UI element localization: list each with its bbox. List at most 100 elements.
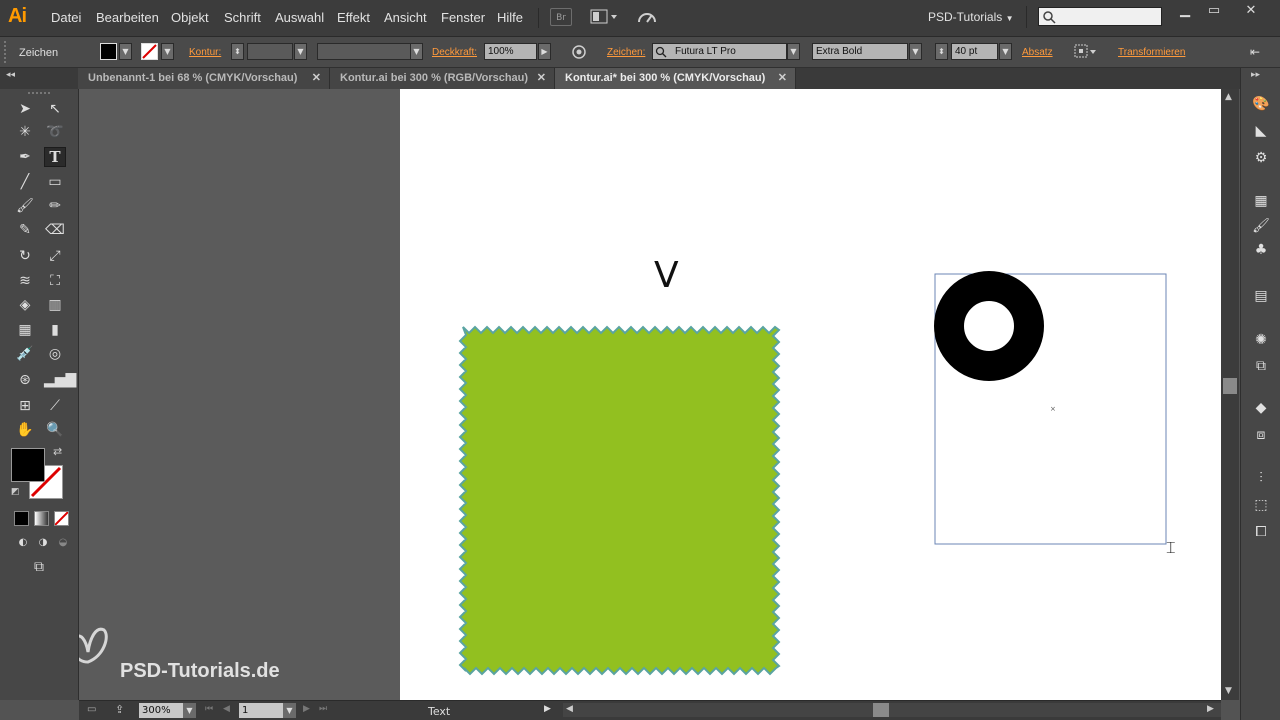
first-artboard-icon[interactable]: ⏮ [205, 704, 213, 714]
stroke-weight-stepper[interactable]: ⬍ [231, 43, 244, 60]
align-icon[interactable]: ⫶ [1251, 468, 1271, 488]
appearance-icon[interactable]: ✺ [1251, 330, 1271, 350]
status-mode-label[interactable]: Text [428, 705, 450, 718]
menu-fenster[interactable]: Fenster [441, 10, 485, 25]
reference-point-icon[interactable] [1073, 43, 1097, 60]
fill-dropdown-icon[interactable]: ▼ [119, 43, 132, 60]
shape-builder-tool-icon[interactable]: ◈ [14, 295, 36, 315]
gpu-performance-icon[interactable] [636, 8, 658, 28]
scroll-thumb[interactable] [1223, 378, 1237, 394]
lasso-tool-icon[interactable]: ➰ [44, 122, 66, 142]
pencil-tool-icon[interactable]: ✏ [44, 196, 66, 216]
swap-colors-icon[interactable]: ⇄ [53, 445, 62, 458]
tab-kontur-cmyk[interactable]: Kontur.ai* bei 300 % (CMYK/Vorschau) ✕ [555, 68, 796, 89]
scroll-up-icon[interactable]: ▲ [1225, 92, 1232, 102]
tab-unbenannt-1[interactable]: Unbenannt-1 bei 68 % (CMYK/Vorschau) ✕ [78, 68, 330, 89]
opacity-field[interactable]: 100% [484, 43, 537, 60]
font-style-dropdown-icon[interactable]: ▼ [909, 43, 922, 60]
transform-link[interactable]: Transformieren [1118, 47, 1185, 58]
eraser-tool-icon[interactable]: ⌫ [44, 220, 66, 240]
graph-tool-icon[interactable]: ▂▅▇ [44, 370, 76, 390]
panel-menu-icon[interactable]: ⇤ [1250, 45, 1260, 59]
direct-selection-tool-icon[interactable]: ↖ [44, 99, 66, 119]
help-search-input[interactable] [1038, 7, 1162, 26]
paintbrush-tool-icon[interactable]: 🖌 [14, 196, 36, 216]
maximize-icon[interactable]: ▭ [1203, 3, 1225, 19]
free-transform-tool-icon[interactable]: ⛶ [44, 271, 66, 291]
zoom-dropdown-icon[interactable]: ▼ [183, 703, 196, 718]
zoom-field[interactable]: 300% [139, 703, 183, 718]
mesh-tool-icon[interactable]: ▦ [14, 320, 36, 340]
scroll-right-icon[interactable]: ▶ [1207, 704, 1214, 714]
artboard-dropdown-icon[interactable]: ▼ [283, 703, 296, 718]
ring-glyph[interactable] [934, 271, 1044, 381]
transform-panel-icon[interactable]: ⧠ [1251, 522, 1271, 542]
stroke-swatch[interactable] [141, 43, 158, 60]
bridge-icon[interactable]: Br [550, 8, 572, 26]
blob-brush-tool-icon[interactable]: ✎ [14, 220, 36, 240]
variable-width-dropdown-icon[interactable]: ▼ [410, 43, 423, 60]
menu-ansicht[interactable]: Ansicht [384, 10, 427, 25]
status-icon-a[interactable]: ▭ [87, 704, 96, 715]
minimize-icon[interactable]: ▁ [1174, 3, 1196, 19]
font-size-dropdown-icon[interactable]: ▼ [999, 43, 1012, 60]
color-guide-icon[interactable]: ◣ [1251, 121, 1271, 141]
glyph-v[interactable]: V [654, 255, 679, 296]
tab-close-icon[interactable]: ✕ [778, 68, 787, 89]
tab-close-icon[interactable]: ✕ [312, 68, 321, 89]
width-tool-icon[interactable]: ≋ [14, 271, 36, 291]
selection-tool-icon[interactable]: ➤ [14, 99, 36, 119]
swatches-icon[interactable]: ▦ [1251, 191, 1271, 211]
scale-tool-icon[interactable]: ⤢ [44, 246, 66, 266]
scroll-left-icon[interactable]: ◀ [566, 704, 573, 714]
kuler-icon[interactable]: ⚙ [1251, 148, 1271, 168]
fill-color-box[interactable] [11, 448, 45, 482]
font-style-field[interactable]: Extra Bold [812, 43, 908, 60]
hscroll-thumb[interactable] [873, 703, 889, 717]
tab-close-icon[interactable]: ✕ [537, 68, 546, 89]
hand-tool-icon[interactable]: ✋ [14, 420, 36, 440]
draw-inside-icon[interactable]: ◒ [52, 533, 74, 553]
color-mode-icon[interactable] [14, 511, 29, 526]
symbol-sprayer-tool-icon[interactable]: ⊛ [14, 370, 36, 390]
menu-effekt[interactable]: Effekt [337, 10, 370, 25]
menu-objekt[interactable]: Objekt [171, 10, 209, 25]
stroke-weight-field[interactable] [247, 43, 293, 60]
font-family-dropdown-icon[interactable]: ▼ [787, 43, 800, 60]
scroll-down-icon[interactable]: ▼ [1225, 686, 1232, 696]
menu-bearbeiten[interactable]: Bearbeiten [96, 10, 159, 25]
last-artboard-icon[interactable]: ⏭ [319, 704, 327, 714]
rectangle-tool-icon[interactable]: ▭ [44, 172, 66, 192]
green-rectangle-zigzag[interactable] [458, 325, 781, 676]
opacity-arrow-icon[interactable]: ▶ [538, 43, 551, 60]
artboard-number-field[interactable]: 1 [239, 703, 283, 718]
artboards-icon[interactable]: ⧈ [1251, 425, 1271, 445]
menu-datei[interactable]: Datei [51, 10, 81, 25]
font-size-stepper[interactable]: ⬍ [935, 43, 948, 60]
menu-schrift[interactable]: Schrift [224, 10, 261, 25]
rotate-tool-icon[interactable]: ↻ [14, 246, 36, 266]
menu-hilfe[interactable]: Hilfe [497, 10, 523, 25]
zoom-tool-icon[interactable]: 🔍 [44, 420, 66, 440]
workspace-switcher[interactable]: PSD-Tutorials ▼ [928, 10, 1014, 24]
color-panel-icon[interactable]: 🎨 [1251, 94, 1271, 114]
type-tool-icon[interactable]: T [44, 147, 66, 167]
next-artboard-icon[interactable]: ▶ [303, 704, 310, 714]
line-tool-icon[interactable]: ╱ [14, 172, 36, 192]
status-icon-b[interactable]: ⇪ [115, 703, 124, 716]
artboard-tool-icon[interactable]: ⊞ [14, 396, 36, 416]
brushes-icon[interactable]: 🖌 [1251, 216, 1271, 236]
collapse-dock-icon[interactable]: ▸▸ [1251, 70, 1260, 80]
fill-swatch[interactable] [100, 43, 117, 60]
tab-kontur-rgb[interactable]: Kontur.ai bei 300 % (RGB/Vorschau) ✕ [330, 68, 555, 89]
layers-icon[interactable]: ◆ [1251, 398, 1271, 418]
menu-auswahl[interactable]: Auswahl [275, 10, 324, 25]
none-mode-icon[interactable] [54, 511, 69, 526]
prev-artboard-icon[interactable]: ◀ [223, 704, 230, 714]
screen-mode-icon[interactable]: ⧉ [28, 557, 50, 577]
perspective-grid-tool-icon[interactable]: ▥ [44, 295, 66, 315]
font-size-field[interactable]: 40 pt [951, 43, 998, 60]
paragraph-link[interactable]: Absatz [1022, 47, 1053, 58]
collapse-toolbar-icon[interactable]: ◂◂ [6, 70, 15, 80]
draw-normal-icon[interactable]: ◐ [12, 533, 34, 553]
